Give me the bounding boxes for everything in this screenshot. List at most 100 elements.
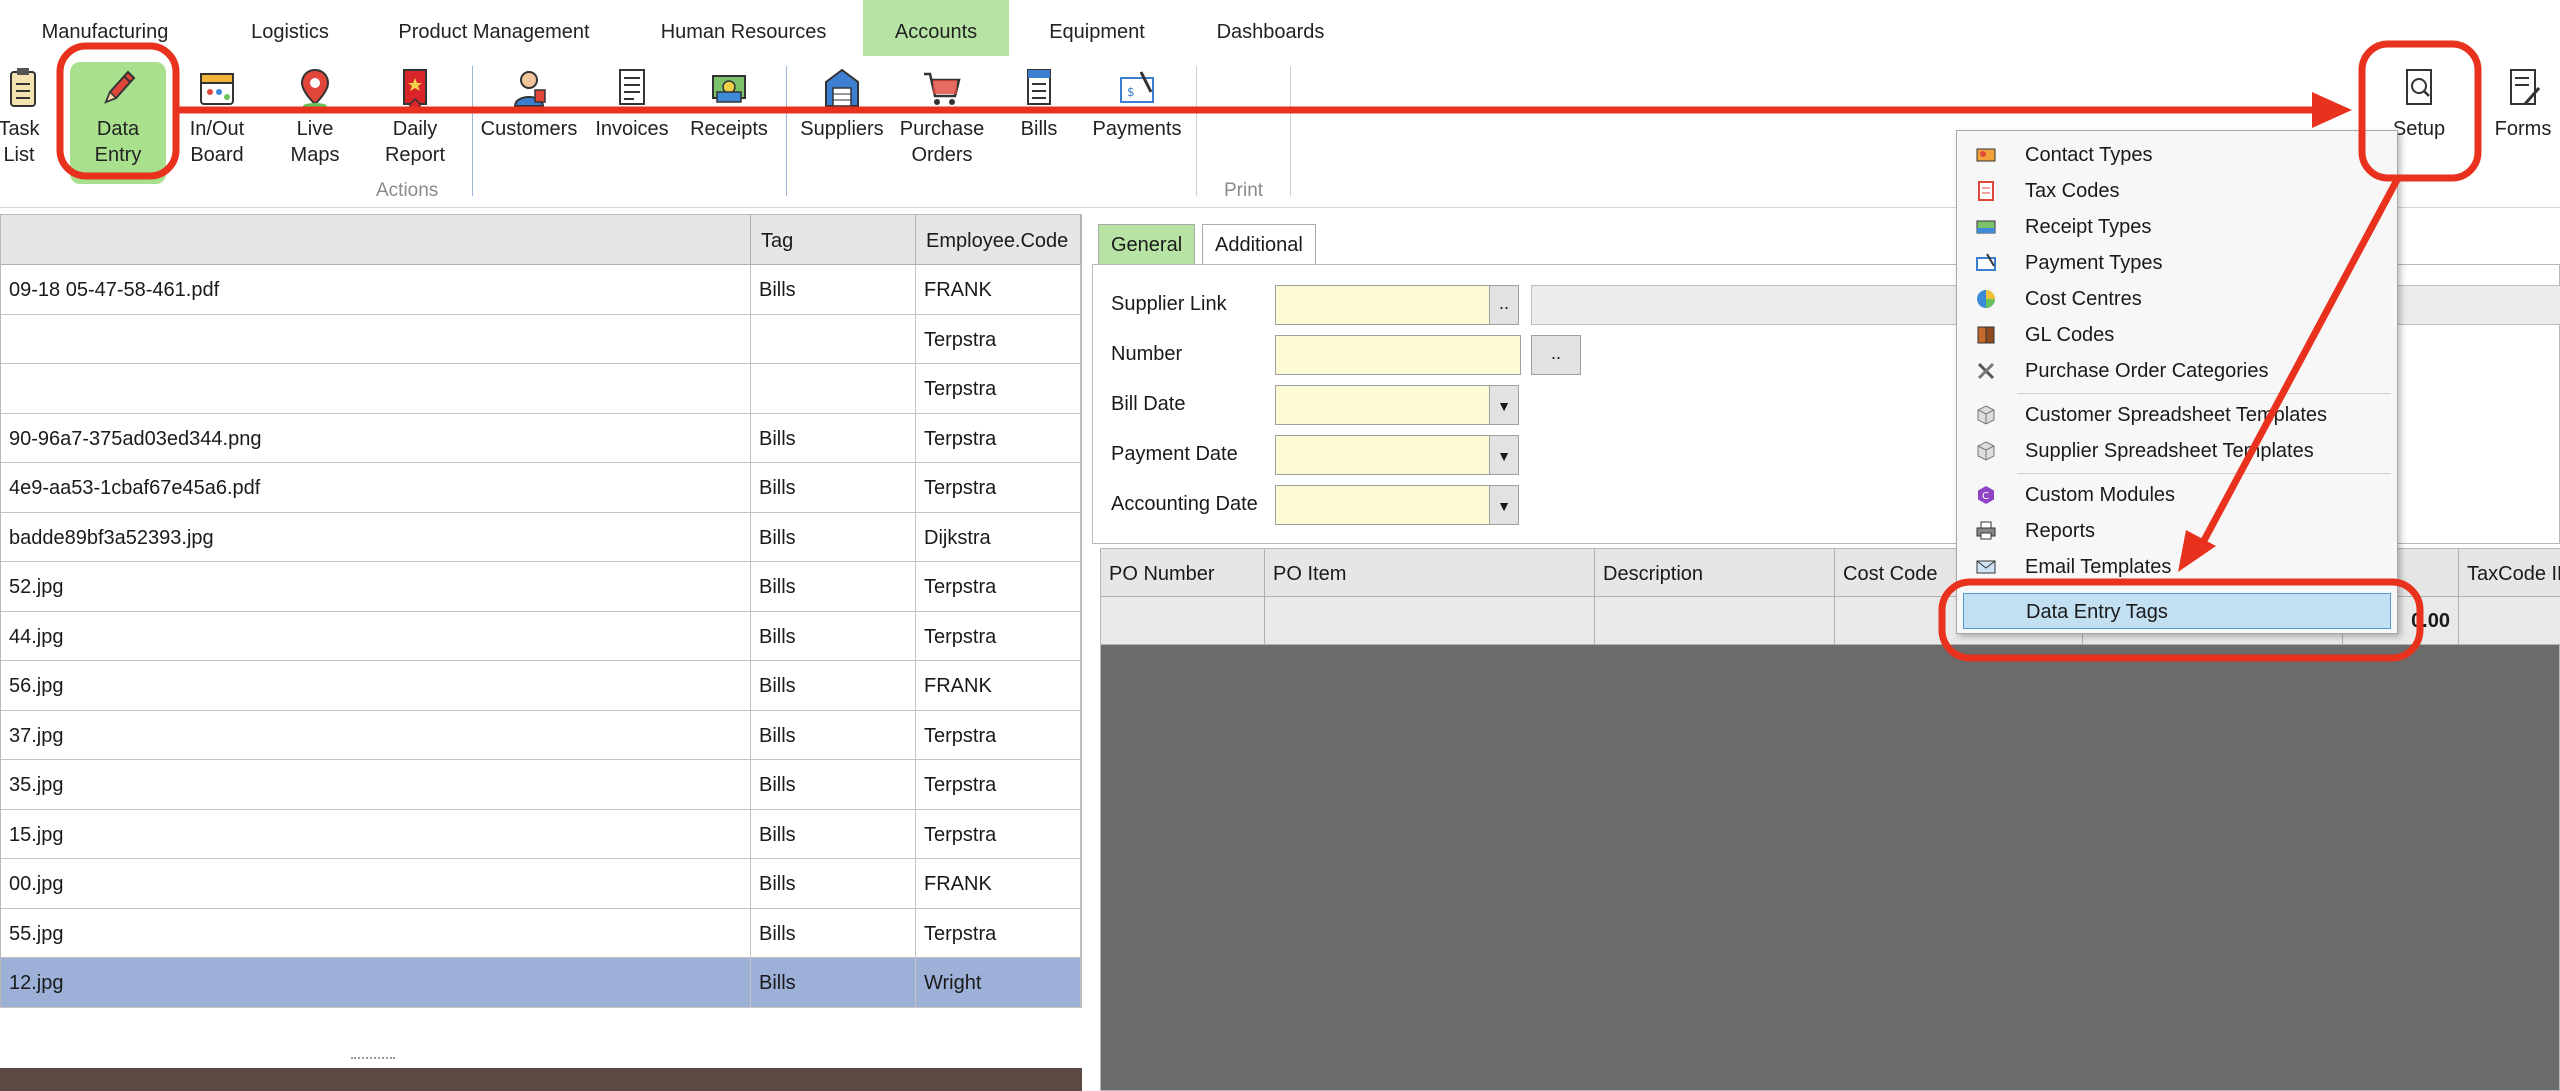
tab-product-management[interactable]: Product Management — [394, 0, 594, 56]
table-row[interactable]: Terpstra — [1, 314, 1081, 364]
table-row[interactable]: 00.jpg Bills FRANK — [1, 859, 1081, 909]
menu-item-contact-types[interactable]: Contact Types — [1963, 137, 2391, 173]
invoices-button[interactable]: Invoices — [592, 66, 672, 142]
live-maps-label: Live Maps — [290, 118, 340, 166]
table-row[interactable]: 35.jpg Bills Terpstra — [1, 760, 1081, 810]
employee-code-cell: Terpstra — [916, 809, 1081, 858]
table-row[interactable]: 12.jpg Bills Wright — [1, 958, 1081, 1008]
tag-cell: Bills — [751, 512, 916, 561]
tab-human-resources[interactable]: Human Resources — [656, 0, 831, 56]
table-row[interactable]: badde89bf3a52393.jpg Bills Dijkstra — [1, 512, 1081, 562]
tab-equipment[interactable]: Equipment — [1036, 0, 1158, 56]
bill-date-label: Bill Date — [1111, 393, 1186, 415]
receipt-money-icon — [712, 75, 746, 103]
bills-button[interactable]: Bills — [1016, 66, 1062, 142]
data-entry-button[interactable]: Data Entry — [70, 62, 166, 184]
employee-code-cell: Terpstra — [916, 710, 1081, 759]
column-header-po-item[interactable]: PO Item — [1265, 549, 1595, 597]
calendar-icon — [200, 73, 234, 105]
setup-menu: Contact Types Tax Codes Receipt Types Pa… — [1956, 130, 2398, 634]
group-label-print: Print — [1224, 180, 1264, 201]
forms-button[interactable]: Forms — [2486, 66, 2560, 142]
number-browse-button[interactable]: .. — [1531, 335, 1581, 375]
cube-icon — [1977, 405, 1995, 425]
table-row[interactable]: 37.jpg Bills Terpstra — [1, 710, 1081, 760]
menu-item-customer-spreadsheet-templates[interactable]: Customer Spreadsheet Templates — [1963, 397, 2391, 433]
menu-item-custom-modules[interactable]: C Custom Modules — [1963, 477, 2391, 513]
tab-accounts[interactable]: Accounts — [863, 0, 1009, 56]
column-header-taxcode-id[interactable]: TaxCode ID — [2459, 549, 2560, 597]
customers-button[interactable]: Customers — [478, 66, 580, 142]
receipts-label: Receipts — [690, 118, 768, 140]
menu-item-purchase-order-categories[interactable]: Purchase Order Categories — [1963, 353, 2391, 389]
menu-item-payment-types[interactable]: Payment Types — [1963, 245, 2391, 281]
tag-cell: Bills — [751, 958, 916, 1007]
task-list-label: Task List — [0, 118, 40, 166]
employee-code-cell: Terpstra — [916, 562, 1081, 611]
tab-manufacturing[interactable]: Manufacturing — [30, 0, 180, 56]
column-header-tag[interactable]: Tag — [751, 215, 916, 265]
menu-item-label: GL Codes — [2025, 324, 2115, 346]
inout-board-label: In/Out Board — [189, 118, 245, 166]
column-header-po-number[interactable]: PO Number — [1101, 549, 1265, 597]
task-list-button[interactable]: Task List — [0, 66, 44, 168]
tab-logistics[interactable]: Logistics — [240, 0, 340, 56]
warehouse-icon — [825, 68, 859, 107]
payments-button[interactable]: $ Payments — [1092, 66, 1182, 142]
table-row[interactable]: 90-96a7-375ad03ed344.png Bills Terpstra — [1, 413, 1081, 463]
table-row[interactable]: 52.jpg Bills Terpstra — [1, 562, 1081, 612]
employee-code-cell: Terpstra — [916, 364, 1081, 413]
receipts-button[interactable]: Receipts — [686, 66, 772, 142]
column-header-file[interactable] — [1, 215, 751, 265]
live-maps-button[interactable]: Live Maps — [284, 66, 346, 168]
receipt-types-icon — [1976, 220, 1996, 234]
menu-item-tax-codes[interactable]: Tax Codes — [1963, 173, 2391, 209]
table-row[interactable]: 4e9-aa53-1cbaf67e45a6.pdf Bills Terpstra — [1, 463, 1081, 513]
menu-item-reports[interactable]: Reports — [1963, 513, 2391, 549]
purchase-orders-button[interactable]: Purchase Orders — [896, 66, 988, 168]
forms-label: Forms — [2494, 118, 2552, 140]
column-header-description[interactable]: Description — [1595, 549, 1835, 597]
menu-item-supplier-spreadsheet-templates[interactable]: Supplier Spreadsheet Templates — [1963, 433, 2391, 469]
number-input[interactable] — [1275, 335, 1521, 375]
file-name-cell — [1, 364, 751, 413]
menu-item-receipt-types[interactable]: Receipt Types — [1963, 209, 2391, 245]
supplier-link-browse-button[interactable]: .. — [1489, 285, 1519, 325]
suppliers-button[interactable]: Suppliers — [796, 66, 888, 142]
tab-dashboards[interactable]: Dashboards — [1208, 0, 1333, 56]
tab-additional[interactable]: Additional — [1202, 224, 1316, 264]
menu-item-gl-codes[interactable]: GL Codes — [1963, 317, 2391, 353]
supplier-link-input[interactable] — [1275, 285, 1491, 325]
file-name-cell: 56.jpg — [1, 661, 751, 710]
table-row[interactable]: 44.jpg Bills Terpstra — [1, 611, 1081, 661]
bill-icon — [1027, 69, 1051, 105]
bills-label: Bills — [1020, 118, 1058, 140]
table-row[interactable]: 55.jpg Bills Terpstra — [1, 908, 1081, 958]
accounting-date-input[interactable] — [1275, 485, 1491, 525]
splitter-grip[interactable] — [351, 1057, 395, 1061]
tag-cell: Bills — [751, 859, 916, 908]
tab-general[interactable]: General — [1098, 224, 1196, 264]
daily-report-button[interactable]: Daily Report — [380, 66, 450, 168]
bill-date-input[interactable] — [1275, 385, 1491, 425]
printer-icon — [1976, 521, 1996, 540]
table-row[interactable]: Terpstra — [1, 364, 1081, 414]
payment-date-input[interactable] — [1275, 435, 1491, 475]
menu-item-data-entry-tags[interactable]: Data Entry Tags — [1963, 593, 2391, 629]
menu-item-email-templates[interactable]: Email Templates — [1963, 549, 2391, 585]
invoices-label: Invoices — [595, 118, 669, 140]
employee-code-cell: Terpstra — [916, 908, 1081, 957]
customer-icon — [513, 71, 546, 107]
table-row[interactable]: 15.jpg Bills Terpstra — [1, 809, 1081, 859]
column-header-employee-code[interactable]: Employee.Code — [916, 215, 1081, 265]
menu-item-cost-centres[interactable]: Cost Centres — [1963, 281, 2391, 317]
bill-date-dropdown[interactable]: ▼ — [1489, 385, 1519, 425]
tag-cell: Bills — [751, 661, 916, 710]
accounting-date-dropdown[interactable]: ▼ — [1489, 485, 1519, 525]
table-row[interactable]: 09-18 05-47-58-461.pdf Bills FRANK — [1, 265, 1081, 315]
payment-date-dropdown[interactable]: ▼ — [1489, 435, 1519, 475]
file-name-cell: 09-18 05-47-58-461.pdf — [1, 265, 751, 314]
svg-text:C: C — [1982, 491, 1989, 502]
inout-board-button[interactable]: In/Out Board — [180, 66, 254, 168]
table-row[interactable]: 56.jpg Bills FRANK — [1, 661, 1081, 711]
